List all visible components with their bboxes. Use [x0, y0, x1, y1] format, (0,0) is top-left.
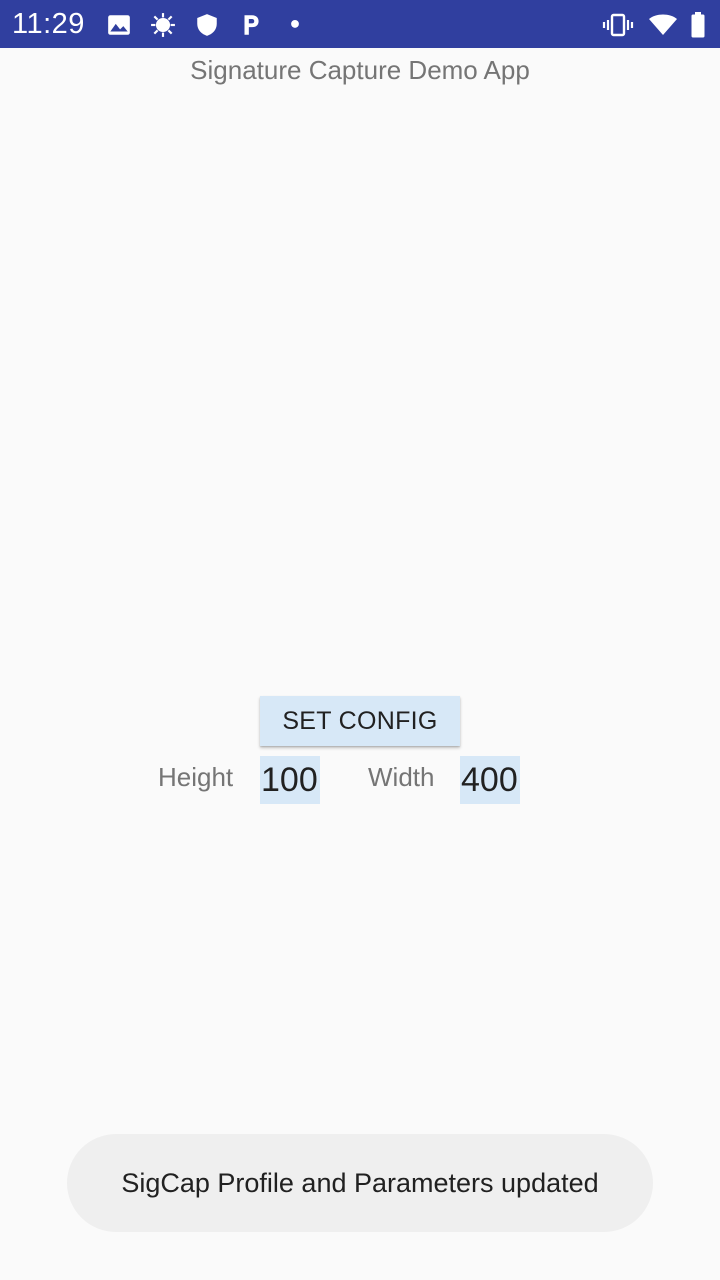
status-time: 11:29: [12, 8, 85, 40]
sun-icon: [150, 12, 176, 38]
shield-icon: [194, 12, 220, 38]
battery-icon: [688, 12, 708, 38]
app-title: Signature Capture Demo App: [190, 55, 530, 85]
notification-dot-icon: [282, 12, 308, 38]
vibrate-icon: [602, 12, 634, 38]
width-label: Width: [368, 762, 435, 792]
image-icon: [106, 12, 132, 38]
height-label: Height: [158, 762, 234, 792]
status-bar: 11:29: [0, 0, 720, 48]
toast-message: SigCap Profile and Parameters updated: [67, 1134, 653, 1232]
set-config-button[interactable]: SET CONFIG: [260, 696, 460, 746]
wifi-icon: [648, 12, 678, 38]
width-input[interactable]: [460, 756, 520, 804]
height-input[interactable]: [260, 756, 320, 804]
parking-icon: [238, 12, 264, 38]
